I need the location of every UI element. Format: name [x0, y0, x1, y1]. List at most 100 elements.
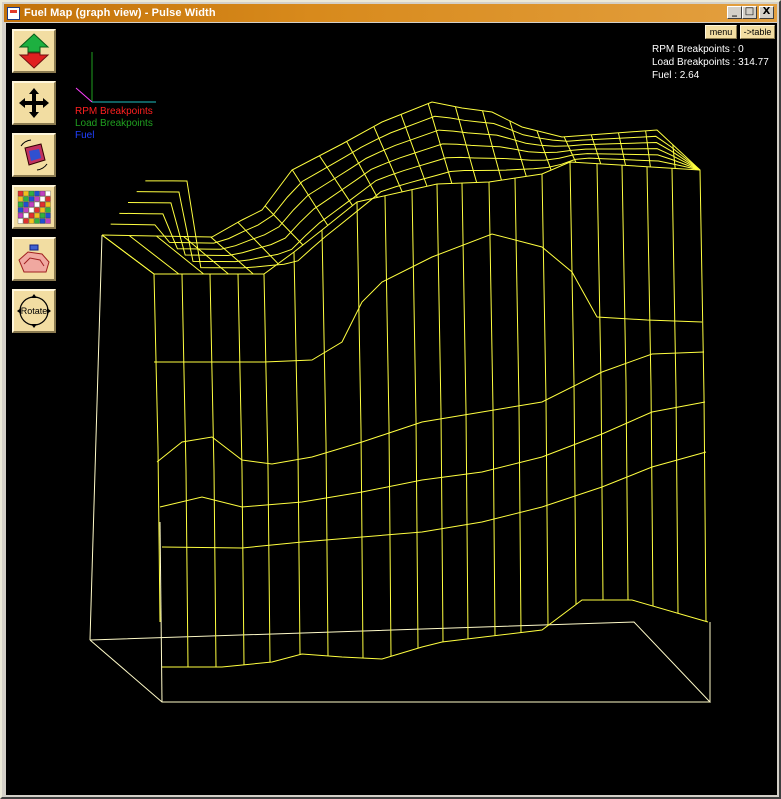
increase-decrease-button[interactable] — [12, 29, 56, 73]
mesh-row-0 — [154, 233, 703, 363]
grid-icon-cell — [45, 212, 51, 219]
fuel-map-window: Fuel Map (graph view) - Pulse Width _ □ … — [0, 0, 781, 799]
surface-grid-column-7 — [291, 169, 329, 226]
legend-fuel: Fuel — [75, 130, 95, 141]
grid-icon-cell — [23, 201, 29, 208]
to-table-button[interactable]: ->table — [740, 25, 775, 39]
surface-grid-row-3 — [127, 143, 701, 256]
grid-icon-cell — [39, 218, 46, 224]
grid-icon-cell — [34, 196, 40, 202]
move-cross-icon — [19, 88, 49, 118]
grid-icon-cell — [39, 207, 46, 213]
surface-front-top-edge — [154, 161, 701, 275]
mesh-column-19 — [671, 168, 679, 614]
grid-icon-cell — [45, 190, 51, 197]
grid-icon-cell — [17, 196, 24, 202]
grid-icon-cell — [45, 207, 51, 213]
grid-icon-cell — [23, 196, 29, 202]
grid-icon-cell — [34, 218, 40, 224]
grid-icon-cell — [23, 190, 29, 197]
title-bar[interactable]: Fuel Map (graph view) - Pulse Width _ □ … — [4, 4, 777, 22]
grid-icon-cell — [45, 196, 51, 202]
grid-icon-cell — [28, 190, 35, 197]
readout-load: Load Breakpoints : 314.77 — [652, 57, 769, 68]
grid-icon-cell — [23, 212, 29, 219]
surface-view-button[interactable] — [12, 237, 56, 281]
grid-icon-cell — [28, 196, 35, 202]
surface-back-top-edge — [101, 101, 701, 238]
mesh-column-15 — [569, 161, 577, 605]
legend-rpm: RPM Breakpoints — [75, 106, 153, 117]
minimize-button[interactable]: _ — [727, 6, 742, 19]
mesh-column-2 — [209, 273, 217, 668]
rotate-view-icon — [20, 139, 48, 171]
mesh-column-11 — [461, 183, 469, 639]
rotate-label: Rotate — [21, 306, 48, 316]
fuel-axis-line — [75, 87, 93, 103]
window-title: Fuel Map (graph view) - Pulse Width — [24, 7, 216, 19]
grid-icon-cell — [39, 201, 46, 208]
up-down-arrows-icon — [18, 33, 50, 69]
pan-button[interactable] — [12, 81, 56, 125]
readout-rpm: RPM Breakpoints : 0 — [652, 44, 744, 55]
grid-icon-cell — [23, 207, 29, 213]
app-icon — [7, 6, 20, 20]
menu-button[interactable]: menu — [705, 25, 737, 39]
grid-icon-cell — [45, 218, 51, 224]
color-grid-icon — [17, 190, 51, 224]
readout-fuel: Fuel : 2.64 — [652, 70, 700, 81]
grid-icon-cell — [45, 201, 51, 208]
mesh-column-3 — [237, 273, 245, 665]
grid-icon-cell — [39, 190, 46, 197]
maximize-button[interactable]: □ — [742, 6, 757, 19]
window-controls: _ □ X — [727, 6, 774, 19]
grid-icon-cell — [39, 212, 46, 219]
mesh-column-4 — [263, 273, 271, 663]
surface-left-edge — [101, 234, 155, 275]
mesh-column-1 — [181, 273, 189, 668]
axis-legend: RPM Breakpoints Load Breakpoints Fuel — [75, 106, 153, 142]
grid-icon-cell — [34, 212, 40, 219]
color-grid-button[interactable] — [12, 185, 56, 229]
grid-icon-cell — [17, 207, 24, 213]
mesh-column-17 — [621, 165, 629, 601]
grid-icon-cell — [17, 190, 24, 197]
mesh-column-12 — [488, 181, 496, 636]
surface-grid-column-12 — [427, 103, 453, 184]
grid-icon-cell — [34, 190, 40, 197]
surface-grid-row-1 — [110, 115, 701, 244]
grid-icon-cell — [28, 212, 35, 219]
bounding-box-floor — [89, 621, 712, 703]
cursor-readout: RPM Breakpoints : 0 Load Breakpoints : 3… — [652, 43, 769, 82]
surface-view-icon — [18, 244, 50, 273]
rotate-icon: Rotate — [17, 294, 51, 328]
grid-icon-cell — [28, 201, 35, 208]
mesh-row-1 — [156, 351, 705, 465]
legend-load: Load Breakpoints — [75, 118, 153, 129]
grid-icon-cell — [17, 218, 24, 224]
mesh-column-6 — [321, 229, 329, 656]
axis-gizmo — [75, 52, 156, 103]
grid-icon-cell — [28, 207, 35, 213]
mesh-column-9 — [411, 189, 419, 649]
graph-view[interactable]: RPM Breakpoints Load Breakpoints Fuel RP… — [6, 23, 777, 795]
mesh-column-8 — [384, 195, 392, 657]
close-button[interactable]: X — [759, 6, 774, 19]
grid-icon-cell — [28, 218, 35, 224]
grid-icon-cell — [34, 207, 40, 213]
surface-grid-column-1 — [128, 235, 180, 275]
surface-grid-column-5 — [237, 221, 279, 265]
rotate-button[interactable]: Rotate — [12, 289, 56, 333]
mesh-row-3 — [161, 451, 707, 549]
mesh-column-0 — [153, 273, 161, 623]
mesh-column-5 — [293, 251, 301, 655]
grid-icon-cell — [34, 201, 40, 208]
grid-icon-cell — [39, 196, 46, 202]
rotate-view-button[interactable] — [12, 133, 56, 177]
surface-grid-column-9 — [346, 141, 378, 198]
surface-grid-column-10 — [373, 126, 403, 193]
grid-icon-cell — [17, 201, 24, 208]
mesh-column-20 — [699, 169, 707, 622]
mesh-column-7 — [356, 201, 364, 659]
mesh-column-16 — [596, 163, 604, 601]
